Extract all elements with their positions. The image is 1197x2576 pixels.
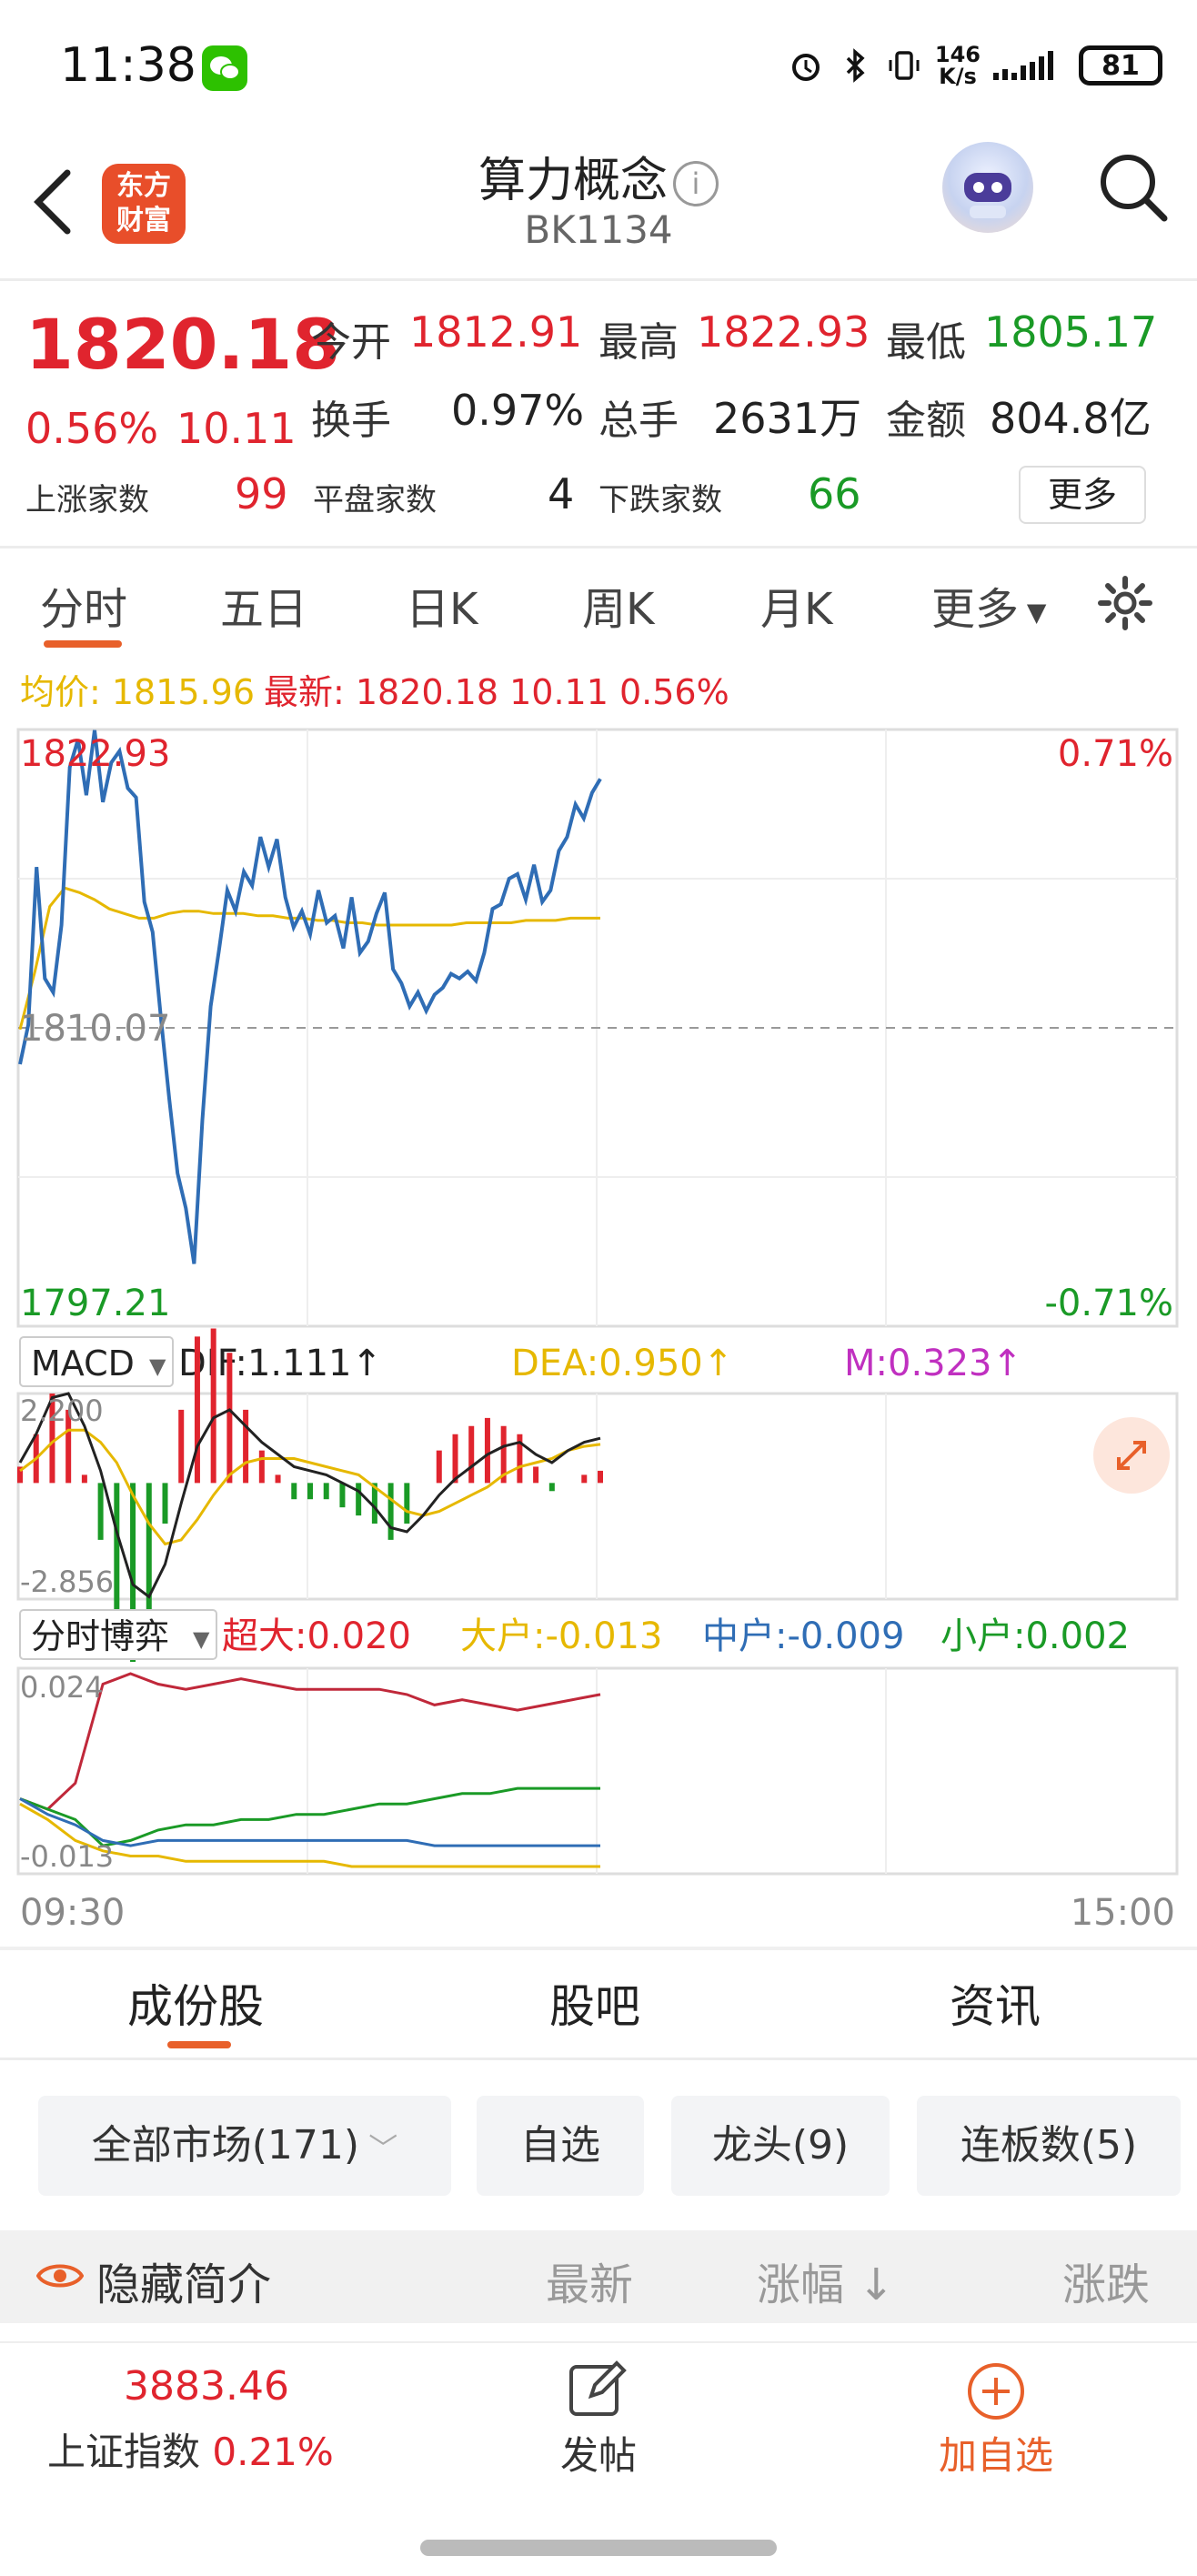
filter-limit-up-streak[interactable]: 连板数(5) [917,2096,1181,2196]
column-rise-pct[interactable]: 涨幅 ↓ [757,2249,895,2312]
volume-label: 总手 [598,397,679,444]
search-icon[interactable] [1095,149,1172,226]
column-latest[interactable]: 最新 [546,2249,633,2312]
min-price-label: 1797.21 [20,1283,170,1324]
divider [0,2058,1197,2060]
volume-value: 2631万 [713,394,862,443]
filter-all-markets[interactable]: 全部市场(171) ﹀ [38,2096,451,2196]
time-end-label: 15:00 [1071,1892,1175,1934]
vibrate-icon [889,51,920,80]
edit-icon[interactable] [566,2358,628,2420]
price-line [18,730,602,1264]
info-icon[interactable]: i [673,161,719,206]
alarm-icon [791,54,820,81]
tab-more[interactable]: 更多 ▼ [931,573,1046,637]
intraday-chart[interactable]: 均价: 1815.96 最新: 1820.18 10.11 0.56% 1822… [0,664,1197,1937]
time-start-label: 09:30 [20,1892,125,1934]
macd-select-label: MACD [31,1343,135,1384]
change-value: 10.11 [176,404,297,453]
tab-five-day[interactable]: 五日 [220,573,307,637]
divider [0,278,1197,281]
home-indicator[interactable] [420,2540,777,2556]
index-ticker[interactable]: 上证指数 0.21% [47,2421,334,2477]
open-value: 1812.91 [409,307,583,357]
amount-value: 804.8亿 [990,394,1152,443]
high-label: 最高 [598,319,679,366]
column-change[interactable]: 涨跌 [1062,2249,1150,2312]
down-count: 66 [808,469,861,518]
tab-active-indicator [167,2041,231,2048]
low-label: 最低 [886,319,966,366]
small-flow-label: 小户:0.002 [940,1615,1130,1657]
flat-count: 4 [548,469,575,518]
net-speed: 146 K/s [934,42,981,89]
current-price: 1820.18 [25,304,341,385]
down-count-label: 下跌家数 [598,482,722,518]
sort-desc-icon: ↓ [844,2259,895,2310]
macd-max-label: 2.200 [20,1394,104,1428]
tab-constituents[interactable]: 成份股 [127,1970,264,2036]
super-flow-label: 超大:0.020 [222,1615,411,1657]
up-count-label: 上涨家数 [25,482,149,518]
change-pct: 0.56% [25,404,159,453]
battery-icon: 81 [1079,45,1162,86]
caret-down-icon: ▼ [193,1626,210,1652]
signal-icon [993,51,1053,80]
tab-active-indicator [44,640,122,648]
macd-min-label: -2.856 [20,1565,114,1599]
small-flow-line [19,1786,600,1847]
turnover-label: 换手 [311,397,391,444]
chevron-down-icon: ﹀ [359,2131,398,2166]
avg-price-label: 均价: 1815.96 [20,672,255,712]
min-pct-label: -0.71% [1044,1283,1173,1324]
hide-intro-toggle[interactable]: 隐藏简介 [96,2249,271,2312]
divider [0,1947,1197,1950]
post-button[interactable]: 发帖 [560,2425,637,2480]
max-pct-label: 0.71% [1058,733,1173,775]
tab-intraday[interactable]: 分时 [40,573,127,637]
tab-forum[interactable]: 股吧 [549,1970,640,2036]
tab-news[interactable]: 资讯 [950,1970,1041,2036]
turnover-value: 0.97% [451,386,585,435]
flat-count-label: 平盘家数 [313,482,437,518]
filter-watchlist[interactable]: 自选 [477,2096,644,2196]
status-icons: 146 K/s 81 [788,44,1162,87]
more-button[interactable]: 更多 [1019,466,1146,524]
add-circle-icon[interactable] [966,2361,1026,2421]
wechat-icon [202,45,247,91]
filter-leaders[interactable]: 龙头(9) [671,2096,890,2196]
index-value[interactable]: 3883.46 [124,2363,289,2410]
up-count: 99 [235,469,288,518]
status-time: 11:38 [60,38,196,93]
tab-monthly-k[interactable]: 月K [760,573,832,637]
caret-down-icon: ▼ [149,1353,166,1379]
big-flow-label: 大户:-0.013 [460,1615,662,1657]
high-value: 1822.93 [697,307,870,357]
flow-min-label: -0.013 [20,1839,114,1874]
caret-down-icon: ▼ [1019,597,1047,628]
low-value: 1805.17 [984,307,1158,357]
add-watchlist-button[interactable]: 加自选 [939,2425,1053,2480]
tab-daily-k[interactable]: 日K [406,573,478,637]
divider [0,546,1197,548]
amount-label: 金额 [886,397,966,444]
mid-flow-label: 中户:-0.009 [702,1615,904,1657]
pre-close-label: 1810.07 [20,1008,170,1050]
tab-weekly-k[interactable]: 周K [582,573,654,637]
max-price-label: 1822.93 [20,733,170,775]
macd-m-label: M:0.323↑ [844,1343,1022,1384]
dea-label: DEA:0.950↑ [511,1343,733,1384]
gear-icon[interactable] [1095,573,1155,633]
flow-select-label: 分时博弈 [31,1616,169,1656]
dif-label: DIF:1.111↑ [178,1343,382,1384]
eye-icon[interactable] [36,2258,84,2294]
robot-avatar[interactable] [942,142,1033,233]
flow-max-label: 0.024 [20,1670,104,1705]
latest-price-label: 最新: 1820.18 10.11 0.56% [264,672,729,712]
bluetooth-icon [846,48,865,83]
open-label: 今开 [311,319,391,366]
